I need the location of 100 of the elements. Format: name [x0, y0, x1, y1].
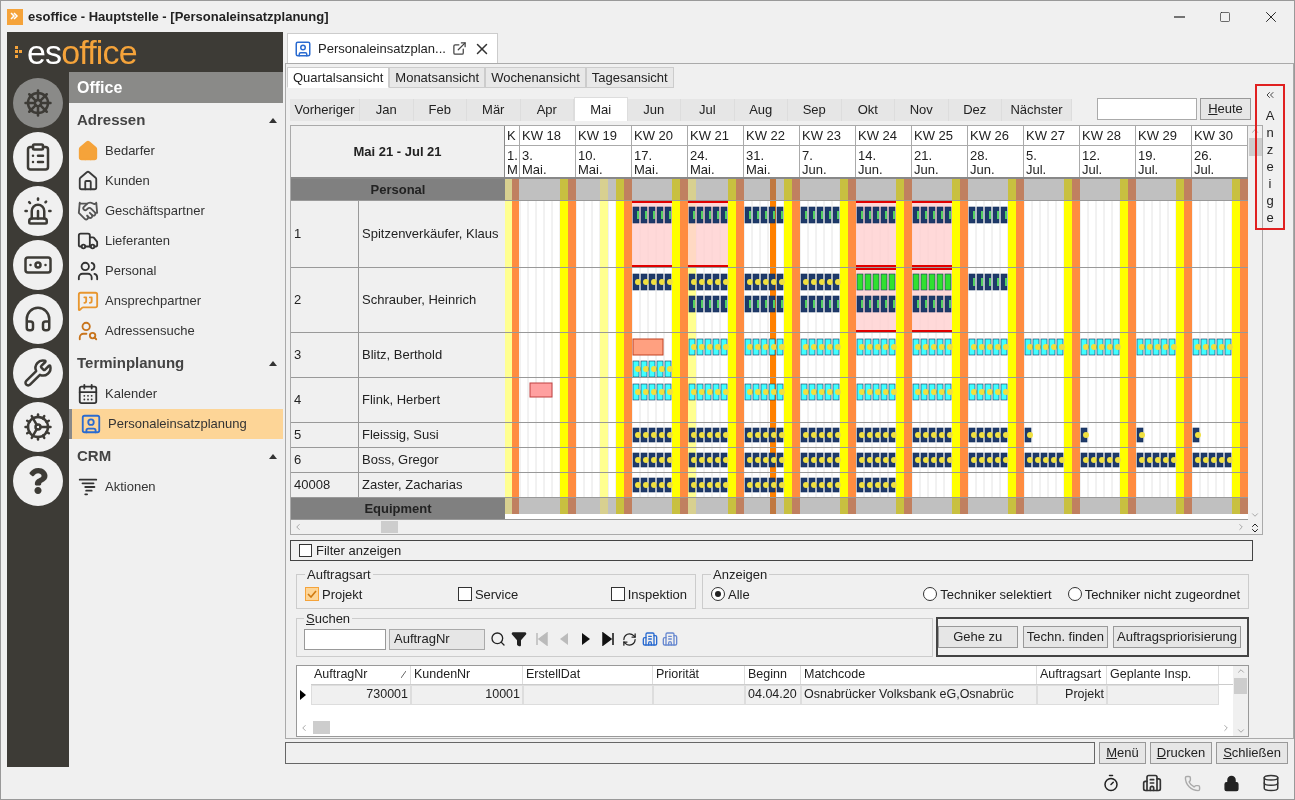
- collapse-icon[interactable]: [269, 360, 277, 366]
- module-button[interactable]: [13, 402, 63, 452]
- radio-button[interactable]: [711, 587, 725, 602]
- collapse-icon[interactable]: [269, 453, 277, 459]
- checkbox-label: Filter anzeigen: [316, 541, 402, 560]
- column-header[interactable]: AuftragNr: [311, 665, 411, 684]
- resize-icon[interactable]: [1249, 522, 1261, 534]
- vertical-scrollbar[interactable]: [1248, 126, 1262, 534]
- month-tab[interactable]: Vorheriger: [290, 99, 360, 121]
- module-button[interactable]: [13, 240, 63, 290]
- row-number-cell: 6: [291, 448, 359, 472]
- nav-item[interactable]: Bedarfer: [69, 136, 283, 166]
- module-button[interactable]: [13, 456, 63, 506]
- column-header[interactable]: KundenNr: [411, 665, 523, 684]
- footer-button[interactable]: Schließen: [1216, 742, 1288, 764]
- horizontal-scrollbar[interactable]: [291, 520, 1248, 534]
- house-icon: [77, 170, 99, 192]
- search-icon[interactable]: [490, 631, 506, 647]
- employee-name-cell: Boss, Gregor: [359, 448, 505, 472]
- month-tab[interactable]: Nächster: [1002, 99, 1072, 121]
- group-header: Equipment: [291, 498, 505, 519]
- building-icon[interactable]: [1142, 773, 1162, 793]
- checkbox[interactable]: [299, 544, 312, 557]
- checkbox[interactable]: [610, 587, 625, 602]
- collapse-icon[interactable]: [269, 117, 277, 123]
- document-tab[interactable]: Personaleinsatzplan...: [287, 33, 498, 63]
- table-vertical-scrollbar[interactable]: [1233, 665, 1248, 736]
- month-tab[interactable]: Jun: [627, 99, 681, 121]
- scrollbar-thumb[interactable]: [313, 721, 330, 734]
- nav-header: Office: [69, 72, 283, 103]
- column-header[interactable]: Auftragsart: [1037, 665, 1107, 684]
- nav-item[interactable]: Lieferanten: [69, 226, 283, 256]
- table-cell: 730001: [311, 684, 411, 705]
- building-filter-icon[interactable]: [662, 631, 678, 647]
- database-icon[interactable]: [1262, 774, 1280, 792]
- radio-button[interactable]: [923, 587, 938, 602]
- action-button[interactable]: Techn. finden: [1022, 625, 1109, 648]
- nav-item[interactable]: Kalender: [69, 379, 283, 409]
- view-tab[interactable]: Wochenansicht: [485, 67, 586, 88]
- nav-item[interactable]: Kunden: [69, 166, 283, 196]
- column-header[interactable]: Matchcode: [801, 665, 1037, 684]
- search-field[interactable]: [304, 628, 386, 650]
- month-tab[interactable]: Jul: [681, 99, 735, 121]
- month-tab[interactable]: Jan: [360, 99, 414, 121]
- month-tab[interactable]: Dez: [948, 99, 1002, 121]
- nav-item[interactable]: Aktionen: [69, 472, 283, 502]
- row-number-cell: 5: [291, 423, 359, 447]
- footer-button[interactable]: Drucken: [1149, 742, 1213, 764]
- module-button[interactable]: [13, 294, 63, 344]
- date-search-field[interactable]: [1097, 98, 1197, 120]
- footer-button[interactable]: Menü: [1099, 742, 1146, 764]
- lock-icon[interactable]: [1223, 774, 1240, 792]
- month-tab[interactable]: Mai: [574, 97, 628, 121]
- nav-item[interactable]: Personal: [69, 256, 283, 286]
- column-header[interactable]: Priorität: [653, 665, 745, 684]
- scrollbar-thumb[interactable]: [381, 521, 398, 533]
- column-header[interactable]: Geplante Insp.: [1107, 665, 1219, 684]
- checkbox[interactable]: [457, 587, 472, 602]
- person-calendar-icon: [80, 413, 102, 435]
- employee-name-cell: Zaster, Zacharias: [359, 473, 505, 497]
- view-tab[interactable]: Quartalsansicht: [287, 67, 390, 88]
- module-button[interactable]: [13, 132, 63, 182]
- column-header[interactable]: ErstellDat: [523, 665, 653, 684]
- employee-name-cell: Schrauber, Heinrich: [359, 268, 505, 332]
- month-tab[interactable]: Okt: [841, 99, 895, 121]
- action-button[interactable]: Auftragspriorisierung: [1113, 625, 1241, 648]
- month-tab[interactable]: Nov: [895, 99, 949, 121]
- refresh-icon[interactable]: [622, 631, 637, 647]
- radio-button[interactable]: [1067, 587, 1082, 602]
- scroll-up-icon[interactable]: [1250, 126, 1260, 136]
- side-panel-toggle[interactable]: Anzeige: [1255, 84, 1285, 230]
- stopwatch-icon[interactable]: [1102, 774, 1120, 792]
- month-tab[interactable]: Feb: [413, 99, 467, 121]
- search-column-field[interactable]: AuftragNr: [389, 628, 485, 650]
- nav-item[interactable]: Personaleinsatzplanung: [69, 409, 283, 439]
- row-number-cell: 40008: [291, 473, 359, 497]
- today-button[interactable]: Heute: [1200, 98, 1251, 120]
- building-filter-icon[interactable]: [642, 631, 658, 647]
- month-tab[interactable]: Sep: [788, 99, 842, 121]
- nav-item[interactable]: Ansprechpartner: [69, 286, 283, 316]
- month-tab[interactable]: Mär: [467, 99, 521, 121]
- column-header[interactable]: Beginn: [745, 665, 801, 684]
- nav-item[interactable]: Geschäftspartner: [69, 196, 283, 226]
- employee-name-cell: Flink, Herbert: [359, 378, 505, 422]
- filter-icon[interactable]: [511, 631, 527, 647]
- month-tab[interactable]: Apr: [520, 99, 574, 121]
- nav-item[interactable]: Adressensuche: [69, 316, 283, 346]
- checkbox-label: Service: [474, 585, 519, 604]
- action-button[interactable]: Gehe zu: [937, 625, 1018, 648]
- last-record-icon[interactable]: [601, 632, 615, 646]
- checkbox[interactable]: [305, 587, 319, 602]
- module-button[interactable]: [13, 186, 63, 236]
- undock-icon[interactable]: [451, 41, 467, 56]
- month-tab[interactable]: Aug: [734, 99, 788, 121]
- module-button[interactable]: [13, 348, 63, 398]
- view-tab[interactable]: Tagesansicht: [585, 67, 674, 88]
- scrollbar-thumb[interactable]: [1234, 677, 1247, 694]
- view-tab[interactable]: Monatsansicht: [389, 67, 486, 88]
- next-record-icon[interactable]: [581, 632, 591, 646]
- radio-label: Techniker nicht zugeordnet: [1084, 585, 1240, 604]
